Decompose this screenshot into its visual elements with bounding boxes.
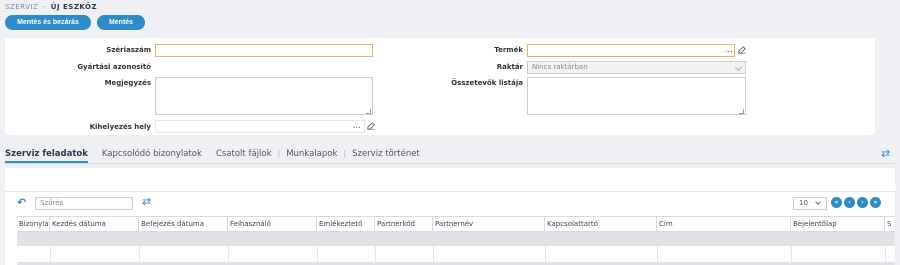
warehouse-label: Raktár [496,63,523,71]
note-textarea[interactable] [155,77,373,115]
column-divider [50,246,51,262]
column-header[interactable]: Bejelentőlap [791,217,885,232]
warehouse-select[interactable]: Nincs raktárban [527,61,746,74]
placement-edit-icon[interactable] [367,122,375,130]
page-size-value: 10 [799,199,808,207]
page-size-select[interactable]: 10 [793,197,827,210]
table-row [17,246,895,262]
column-divider [885,246,886,262]
column-header[interactable]: Kezdés dátuma [50,217,139,232]
chevron-down-icon [815,199,821,205]
tab-divider: | [343,149,347,158]
placement-label: Kihelyezés hely [89,123,151,131]
filter-input[interactable]: Szűrés [35,197,133,210]
column-header[interactable]: Cím [657,217,791,232]
tab-underline [5,163,895,164]
product-label: Termék [494,46,523,54]
column-divider [433,246,434,262]
column-header[interactable]: Bizonylat [17,217,50,232]
manufacturer-id-label: Gyártási azonosító [77,63,151,71]
warehouse-value: Nincs raktárban [532,63,588,71]
next-page-icon[interactable]: › [857,197,868,208]
column-header[interactable]: Felhasználó [228,217,317,232]
column-header[interactable]: S [885,217,895,232]
components-textarea[interactable] [527,77,746,115]
column-header[interactable]: Partnerkód [375,217,433,232]
note-label: Megjegyzés [104,79,151,87]
undo-icon[interactable]: ↶ [17,196,26,209]
column-header[interactable]: Kapcsolattartó [545,217,657,232]
service-task-grid: ↶ Szűrés ⇄ 10 « ‹ › » Bizonylat Kezdés d… [5,168,895,265]
serial-label: Szériaszám [106,46,151,54]
column-divider [657,246,658,262]
grid-toolbar-divider [5,191,895,192]
manufacturer-id-input[interactable] [155,61,373,74]
components-label: Összetevők listája [451,79,523,87]
breadcrumb-parent[interactable]: Szerviz [5,3,38,11]
column-divider [139,246,140,262]
placement-lookup-dots[interactable]: ... [353,121,361,130]
components-resize-handle[interactable] [739,109,744,114]
tab-divider: | [277,149,281,158]
save-and-close-button[interactable]: Mentés és bezárás [5,15,91,30]
note-resize-handle[interactable] [366,109,371,114]
product-edit-icon[interactable] [738,46,746,54]
breadcrumb-current: Új eszköz [50,3,98,11]
column-header[interactable]: Befejezés dátuma [139,217,228,232]
prev-page-icon[interactable]: ‹ [844,197,855,208]
swap-icon[interactable]: ⇄ [142,195,151,208]
product-lookup-dots[interactable]: ... [725,45,733,54]
column-divider [375,246,376,262]
column-header[interactable]: Emlékeztető [317,217,375,232]
breadcrumb: Szerviz - Új eszköz [5,3,97,11]
first-page-icon[interactable]: « [831,197,842,208]
breadcrumb-separator: - [43,3,47,11]
chevron-down-icon [734,63,743,72]
last-page-icon[interactable]: » [870,197,881,208]
swap-icon[interactable]: ⇄ [881,147,890,160]
table-filter-row[interactable] [17,232,895,246]
table-header: Bizonylat Kezdés dátuma Befejezés dátuma… [17,216,895,232]
serial-input[interactable] [155,44,373,57]
column-divider [791,246,792,262]
placement-input[interactable] [155,120,365,133]
column-divider [317,246,318,262]
device-form: Szériaszám Gyártási azonosító Megjegyzés… [5,38,875,135]
column-divider [545,246,546,262]
save-button[interactable]: Mentés [97,15,145,30]
column-divider [228,246,229,262]
column-header[interactable]: Partnernév [433,217,545,232]
product-input[interactable] [527,44,735,57]
